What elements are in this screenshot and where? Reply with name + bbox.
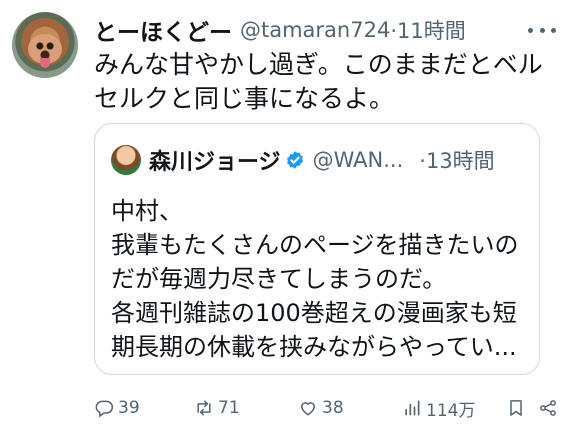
quoted-tweet-time: ·13時間 — [419, 149, 495, 173]
like-button[interactable]: 38 — [298, 394, 344, 422]
tweet-text: みんな甘やかし過ぎ。このままだとベル セルクと同じ事になるよ。 — [94, 48, 564, 116]
quoted-text-line: 期長期の休載を挟みながらやってい... — [111, 333, 517, 361]
verified-badge-icon — [286, 151, 303, 169]
quoted-tweet-text: 中村、 我輩もたくさんのページを描きたいの だが毎週力尽きてしまうのだ。 各週刊… — [111, 194, 519, 364]
dog-tongue — [40, 58, 50, 68]
quoted-author-avatar — [111, 145, 141, 175]
reply-count: 39 — [118, 398, 140, 418]
reply-button[interactable]: 39 — [94, 394, 140, 422]
quoted-text-line: 我輩もたくさんのページを描きたいの — [111, 231, 519, 259]
tweet-time[interactable]: ·11時間 — [390, 15, 465, 45]
tweet-text-line: みんな甘やかし過ぎ。このままだとベル — [94, 50, 543, 79]
action-bar: 39 71 38 114万 — [94, 394, 564, 422]
quoted-tweet[interactable]: 森川ジョージ @WAN... ·13時間 中村、 我輩もたくさんのページを描きた… — [94, 123, 540, 375]
heart-icon — [300, 402, 316, 416]
share-icon — [540, 400, 556, 416]
tweet-text-line: セルクと同じ事になるよ。 — [94, 84, 395, 113]
views-button[interactable]: 114万 — [402, 394, 475, 422]
quoted-text-line: 中村、 — [111, 197, 183, 225]
author-display-name[interactable]: とーほくどー — [94, 13, 232, 47]
quoted-text-line: 各週刊雑誌の100巻超えの漫画家も短 — [111, 299, 517, 327]
analytics-icon — [405, 400, 420, 416]
author-avatar[interactable] — [12, 12, 78, 78]
more-options-icon[interactable] — [528, 18, 556, 42]
quoted-tweet-header: 森川ジョージ @WAN... ·13時間 — [111, 144, 495, 176]
share-button[interactable] — [538, 394, 562, 422]
reply-icon — [95, 400, 114, 418]
retweet-count: 71 — [218, 398, 240, 418]
quoted-author-handle: @WAN... — [312, 148, 404, 172]
retweet-button[interactable]: 71 — [194, 394, 240, 422]
tweet-header: とーほくどー @tamaran724 ·11時間 — [94, 14, 466, 46]
quoted-author-display-name: 森川ジョージ — [149, 150, 281, 175]
bookmark-button[interactable] — [506, 394, 530, 422]
retweet-icon — [197, 400, 211, 416]
bookmark-icon — [510, 400, 522, 416]
like-count: 38 — [322, 398, 344, 418]
view-count: 114万 — [426, 400, 476, 421]
author-handle[interactable]: @tamaran724 — [240, 18, 390, 42]
quoted-text-line: だが毎週力尽きてしまうのだ。 — [111, 265, 447, 293]
